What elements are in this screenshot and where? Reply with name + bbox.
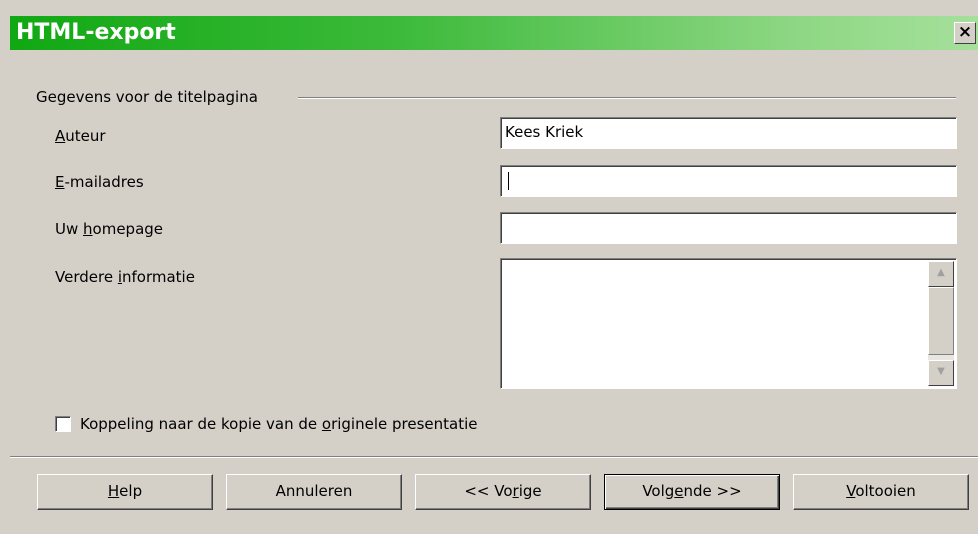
next-label-post: nde >>: [683, 482, 742, 500]
scroll-thumb[interactable]: [928, 287, 954, 355]
group-divider: [298, 97, 956, 99]
homepage-label: Uw homepage: [55, 220, 163, 238]
button-separator: [10, 456, 978, 458]
author-label-post: uteur: [65, 127, 106, 145]
next-label-pre: Volg: [642, 482, 675, 500]
finish-label-post: oltooien: [855, 482, 916, 500]
help-button[interactable]: Help: [37, 474, 213, 510]
previous-button[interactable]: << Vorige: [415, 474, 591, 510]
html-export-dialog: HTML-export × Gegevens voor de titelpagi…: [0, 0, 978, 534]
arrow-down-icon: ▼: [937, 366, 945, 377]
info-scrollbar[interactable]: ▲ ▼: [928, 261, 954, 386]
link-original-label-accel: o: [321, 415, 332, 433]
homepage-label-post: omepage: [92, 220, 164, 238]
group-title: Gegevens voor de titelpagina: [36, 88, 266, 106]
previous-label-post: ige: [518, 482, 542, 500]
close-button[interactable]: ×: [954, 22, 976, 44]
scroll-up-button[interactable]: ▲: [928, 261, 954, 287]
close-icon: ×: [957, 22, 973, 42]
author-label: Auteur: [55, 127, 106, 145]
next-label-accel: e: [674, 482, 684, 500]
cancel-button[interactable]: Annuleren: [226, 474, 402, 510]
link-original-label-pre: Koppeling naar de kopie van de: [80, 415, 322, 433]
homepage-label-pre: Uw: [55, 220, 84, 238]
cancel-label: Annuleren: [275, 482, 353, 500]
info-label-pre: Verdere: [55, 268, 118, 286]
homepage-label-accel: h: [83, 220, 93, 238]
arrow-up-icon: ▲: [937, 267, 945, 278]
window-title: HTML-export: [16, 20, 176, 45]
scroll-down-button[interactable]: ▼: [928, 360, 954, 386]
email-field[interactable]: [500, 165, 957, 197]
next-button[interactable]: Volgende >>: [604, 474, 780, 510]
finish-label-accel: V: [846, 482, 856, 500]
author-label-accel: A: [55, 127, 66, 145]
previous-label-pre: << Vo: [464, 482, 513, 500]
help-label-accel: H: [107, 482, 120, 500]
email-label-post: -mailadres: [64, 173, 144, 191]
text-cursor: [508, 172, 509, 190]
link-original-label[interactable]: Koppeling naar de kopie van de originele…: [80, 415, 478, 433]
info-label-post: nformatie: [121, 268, 195, 286]
title-bar[interactable]: HTML-export ×: [10, 16, 978, 50]
info-textarea[interactable]: ▲ ▼: [500, 258, 957, 389]
help-label-post: elp: [119, 482, 143, 500]
info-label: Verdere informatie: [55, 268, 195, 286]
finish-button[interactable]: Voltooien: [793, 474, 969, 510]
homepage-field[interactable]: [500, 212, 957, 244]
link-original-checkbox[interactable]: [55, 416, 71, 432]
author-field-value: Kees Kriek: [505, 123, 584, 141]
email-label: E-mailadres: [55, 173, 144, 191]
author-field[interactable]: Kees Kriek: [500, 117, 957, 149]
link-original-label-post: riginele presentatie: [331, 415, 478, 433]
